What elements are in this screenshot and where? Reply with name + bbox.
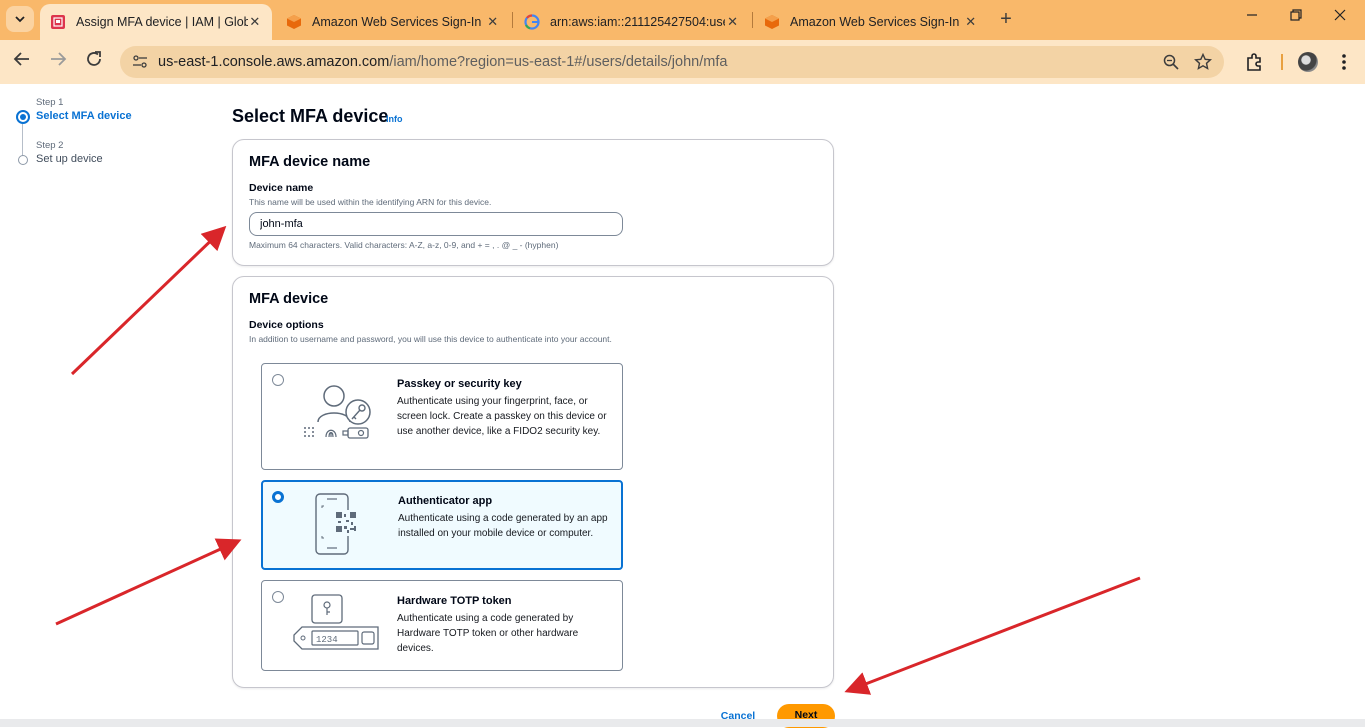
wizard-steps: Step 1 Select MFA device Step 2 Set up d… <box>0 84 210 184</box>
option-hardware-totp[interactable]: 1234 Hardware TOTP token Authenticate us… <box>261 580 623 671</box>
tab-title: Amazon Web Services Sign-In <box>790 15 960 29</box>
step-1-number: Step 1 <box>36 97 64 108</box>
tab-divider <box>512 12 513 28</box>
device-name-description: This name will be used within the identi… <box>249 197 492 207</box>
tab-search-button[interactable] <box>6 6 34 32</box>
address-bar[interactable]: us-east-1.console.aws.amazon.com/iam/hom… <box>120 46 1224 78</box>
device-name-label: Device name <box>249 182 314 194</box>
card-heading: MFA device <box>249 291 329 307</box>
tab-title: arn:aws:iam::211125427504:use <box>550 15 726 29</box>
tab-assign-mfa[interactable]: Assign MFA device | IAM | Glob ✕ <box>40 4 272 40</box>
close-icon[interactable]: ✕ <box>485 14 500 30</box>
option-description: Authenticate using a code generated by a… <box>398 513 608 539</box>
device-name-constraint: Maximum 64 characters. Valid characters:… <box>249 240 559 250</box>
url-path: /iam/home?region=us-east-1#/users/detail… <box>389 54 728 70</box>
new-tab-button[interactable]: + <box>994 8 1018 32</box>
site-settings-icon[interactable] <box>132 54 148 70</box>
zoom-icon[interactable] <box>1162 53 1180 71</box>
more-vert-icon[interactable] <box>1334 52 1354 72</box>
tab-title: Assign MFA device | IAM | Glob <box>76 15 248 29</box>
minimize-icon[interactable] <box>1240 8 1264 32</box>
authenticator-app-radio[interactable] <box>272 491 284 503</box>
taskbar-edge <box>0 719 1365 727</box>
authenticator-app-illustration <box>315 493 358 555</box>
close-icon[interactable]: ✕ <box>248 14 262 30</box>
mfa-device-card: MFA device Device options In addition to… <box>232 276 834 688</box>
option-title: Authenticator app <box>398 495 493 507</box>
profile-avatar[interactable] <box>1298 52 1318 72</box>
tab-aws-signin-1[interactable]: Amazon Web Services Sign-In ✕ <box>276 4 510 40</box>
google-icon <box>524 14 540 30</box>
passkey-illustration <box>304 385 371 439</box>
step-pending-indicator <box>18 155 28 165</box>
step-2-number: Step 2 <box>36 140 64 151</box>
tab-aws-signin-2[interactable]: Amazon Web Services Sign-In ✕ <box>754 4 988 40</box>
reload-icon[interactable] <box>82 50 106 74</box>
step-2-label: Set up device <box>36 153 103 165</box>
bookmark-star-icon[interactable] <box>1193 52 1213 71</box>
option-description: Authenticate using a code generated by H… <box>397 613 579 654</box>
close-icon[interactable]: ✕ <box>725 14 740 30</box>
url-text[interactable]: us-east-1.console.aws.amazon.com/iam/hom… <box>158 54 727 70</box>
step-current-indicator <box>16 110 30 124</box>
option-authenticator-app[interactable]: Authenticator app Authenticate using a c… <box>261 480 623 570</box>
page-content: Step 1 Select MFA device Step 2 Set up d… <box>0 84 1365 728</box>
aws-iam-icon <box>50 14 66 30</box>
token-display-text: 1234 <box>316 635 338 645</box>
aws-box-icon <box>764 14 780 30</box>
close-icon[interactable]: ✕ <box>963 14 978 30</box>
option-description: Authenticate using your fingerprint, fac… <box>397 396 607 437</box>
device-name-input[interactable] <box>249 212 623 236</box>
hardware-token-illustration: 1234 <box>293 594 379 650</box>
url-host: us-east-1.console.aws.amazon.com <box>158 54 390 70</box>
tab-divider <box>752 12 753 28</box>
device-options-description: In addition to username and password, yo… <box>249 334 612 344</box>
page-title: Select MFA device <box>232 106 389 126</box>
option-passkey[interactable]: Passkey or security key Authenticate usi… <box>261 363 623 470</box>
step-1-label[interactable]: Select MFA device <box>36 110 132 122</box>
browser-toolbar: us-east-1.console.aws.amazon.com/iam/hom… <box>0 40 1365 84</box>
aws-box-icon <box>286 14 302 30</box>
card-heading: MFA device name <box>249 154 371 170</box>
device-options-label: Device options <box>249 319 324 331</box>
hardware-totp-radio[interactable] <box>272 591 284 603</box>
mfa-device-name-card: MFA device name Device name This name wi… <box>232 139 834 266</box>
toolbar-divider <box>1281 54 1283 70</box>
restore-icon[interactable] <box>1284 8 1308 32</box>
forward-icon[interactable] <box>46 50 70 74</box>
browser-tab-bar: Assign MFA device | IAM | Glob ✕ Amazon … <box>0 0 1365 40</box>
window-close-icon[interactable] <box>1328 8 1352 32</box>
extensions-icon[interactable] <box>1244 52 1264 72</box>
option-title: Passkey or security key <box>397 378 522 390</box>
tab-arn-search[interactable]: arn:aws:iam::211125427504:use ✕ <box>514 4 750 40</box>
option-title: Hardware TOTP token <box>397 595 512 607</box>
tab-title: Amazon Web Services Sign-In <box>312 15 482 29</box>
info-link[interactable]: Info <box>386 114 403 124</box>
back-icon[interactable] <box>10 50 34 74</box>
passkey-radio[interactable] <box>272 374 284 386</box>
chevron-down-icon <box>15 16 25 23</box>
